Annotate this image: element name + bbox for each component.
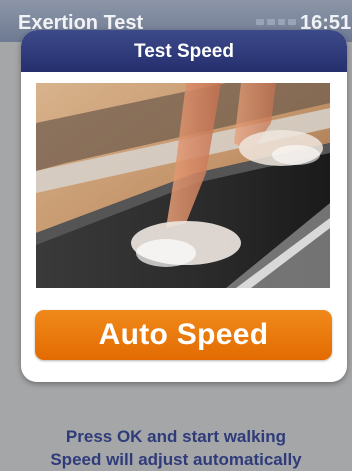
dialog-header: Test Speed (21, 30, 347, 72)
auto-speed-button[interactable]: Auto Speed (35, 310, 332, 360)
test-speed-dialog: Test Speed Auto Speed (21, 30, 347, 382)
instructions-text: Press OK and start walking Speed will ad… (0, 425, 352, 471)
instruction-line-2: Speed will adjust automatically (50, 450, 302, 469)
auto-speed-label: Auto Speed (98, 318, 269, 351)
dialog-title: Test Speed (134, 41, 234, 62)
signal-strength-icon (256, 19, 296, 25)
instruction-line-1: Press OK and start walking (65, 427, 287, 446)
treadmill-photo (36, 83, 330, 288)
